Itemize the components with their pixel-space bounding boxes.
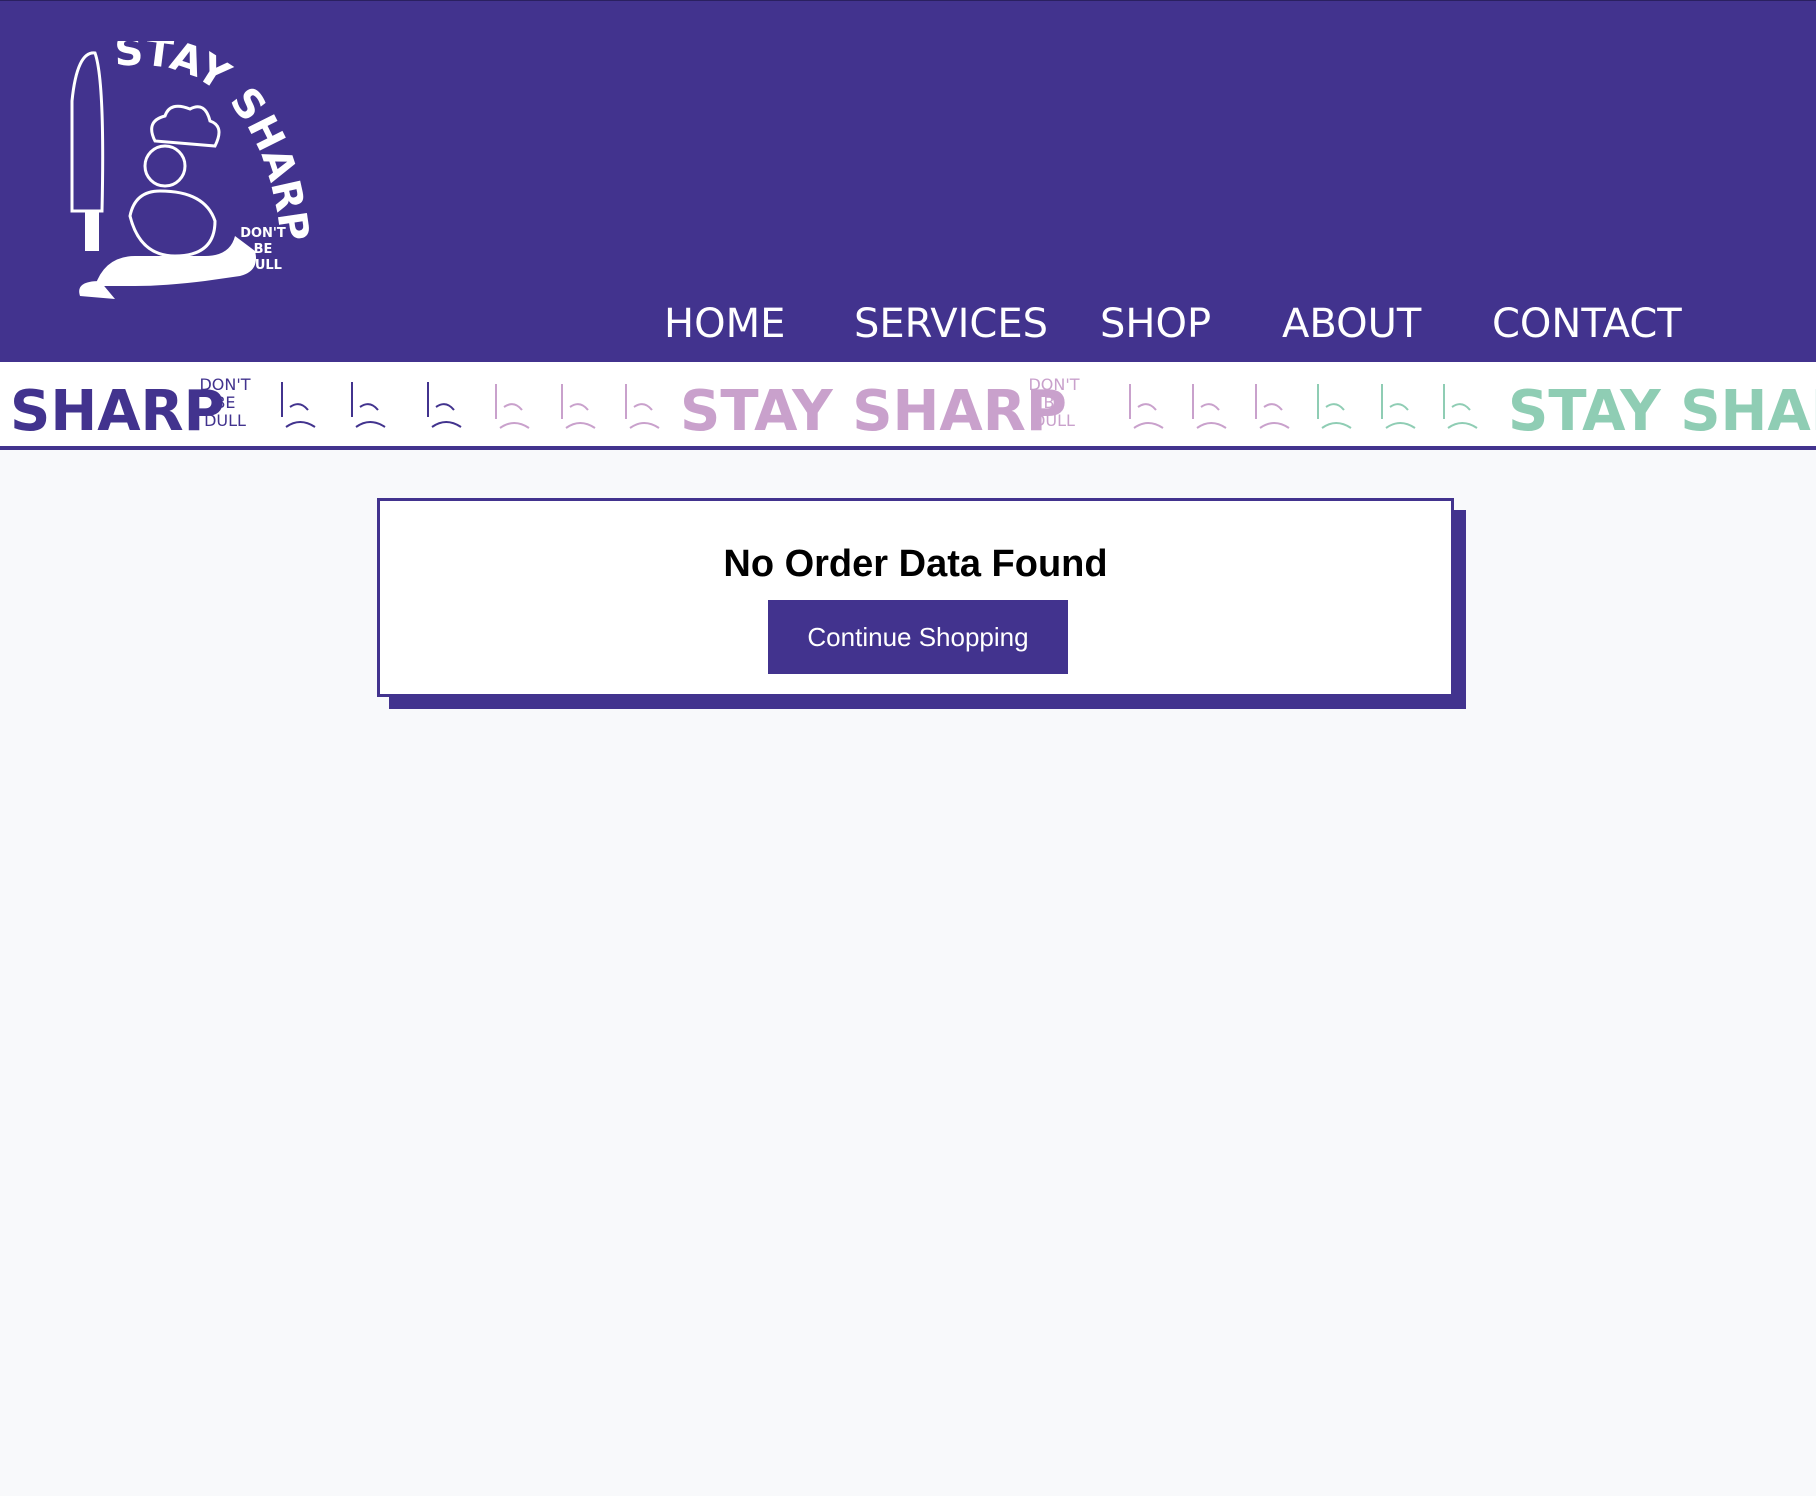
continue-shopping-button[interactable]: Continue Shopping [768, 600, 1068, 674]
banner-artwork: SHARP DON'T BE DULL STAY SHARP DON'T BE … [10, 375, 1816, 444]
running-chef-icon [1129, 384, 1290, 429]
svg-text:BE: BE [214, 393, 235, 412]
running-chef-icon [495, 384, 660, 429]
main-nav: HOME SERVICES SHOP ABOUT CONTACT [0, 301, 1816, 361]
svg-text:BE: BE [254, 242, 273, 257]
banner-word-1: SHARP [10, 379, 225, 444]
nav-contact[interactable]: CONTACT [1492, 301, 1682, 347]
svg-text:DULL: DULL [244, 258, 282, 273]
svg-text:DULL: DULL [1033, 411, 1075, 430]
svg-text:BE: BE [1043, 393, 1064, 412]
no-order-message: No Order Data Found [723, 543, 1108, 585]
nav-services[interactable]: SERVICES [854, 301, 1048, 347]
order-card: No Order Data Found Continue Shopping [377, 498, 1454, 697]
nav-about[interactable]: ABOUT [1282, 301, 1421, 347]
site-header: STAY SHARP DON'T BE DULL HOME SERVICES S… [0, 0, 1816, 362]
banner-word-3: STAY SHAR [1508, 379, 1816, 444]
running-chef-logo-icon: STAY SHARP DON'T BE DULL [70, 28, 317, 299]
banner-tagline-1: DON'T [199, 375, 250, 394]
svg-text:DON'T: DON'T [240, 226, 286, 241]
running-chef-icon [281, 382, 462, 428]
nav-home[interactable]: HOME [664, 301, 785, 347]
brand-banner-strip: SHARP DON'T BE DULL STAY SHARP DON'T BE … [0, 362, 1816, 450]
stay-sharp-logo[interactable]: STAY SHARP DON'T BE DULL [55, 28, 335, 321]
running-chef-icon [1317, 384, 1478, 429]
svg-text:DULL: DULL [204, 411, 246, 430]
svg-text:DON'T: DON'T [1028, 375, 1079, 394]
nav-shop[interactable]: SHOP [1100, 301, 1211, 347]
banner-word-2: STAY SHARP [680, 379, 1067, 444]
